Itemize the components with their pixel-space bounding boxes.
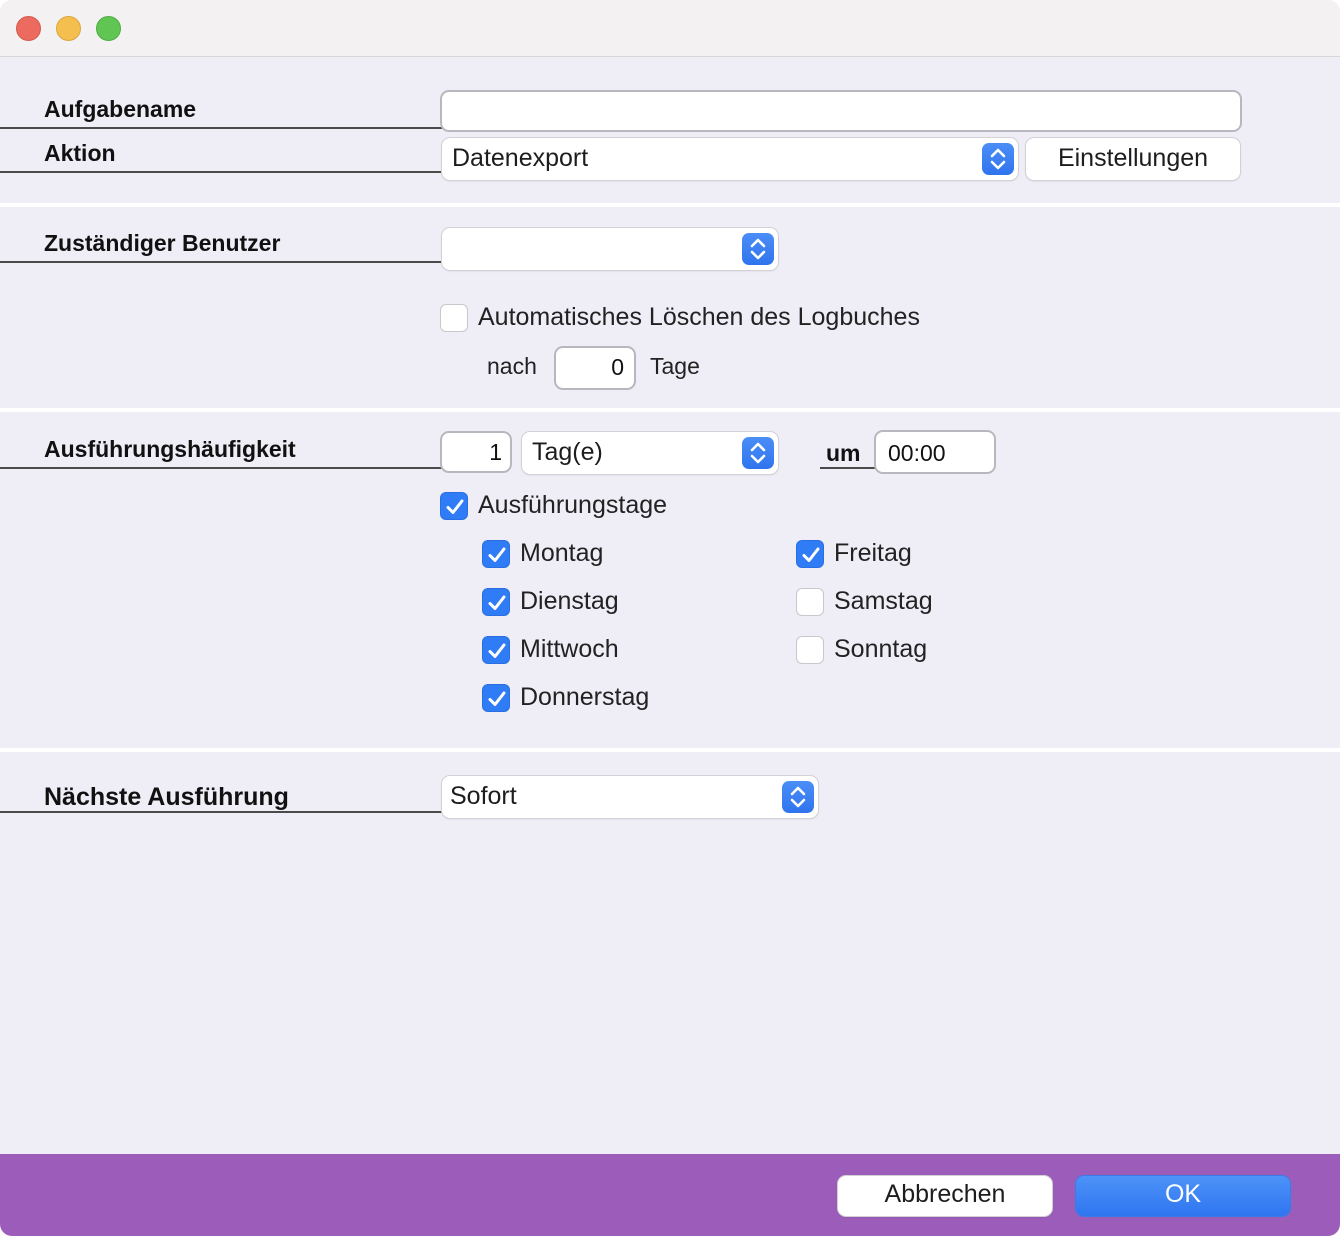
saturday-label: Samstag xyxy=(834,587,933,615)
next-exec-label: Nächste Ausführung xyxy=(44,783,289,811)
minimize-window-button[interactable] xyxy=(56,16,81,41)
saturday-checkbox[interactable] xyxy=(796,588,824,616)
updown-chevron-icon xyxy=(742,233,774,265)
settings-button[interactable]: Einstellungen xyxy=(1026,138,1240,180)
wednesday-checkbox[interactable] xyxy=(482,636,510,664)
user-label: Zuständiger Benutzer xyxy=(44,230,281,256)
frequency-unit-value: Tag(e) xyxy=(532,438,603,466)
zoom-window-button[interactable] xyxy=(96,16,121,41)
thursday-checkbox[interactable] xyxy=(482,684,510,712)
section-divider xyxy=(0,203,1340,207)
monday-label: Montag xyxy=(520,539,604,567)
auto-delete-label: Automatisches Löschen des Logbuches xyxy=(478,303,920,331)
next-exec-underline xyxy=(0,811,442,813)
sunday-label: Sonntag xyxy=(834,635,928,663)
frequency-count-input[interactable]: 1 xyxy=(440,431,512,473)
dialog-footer: Abbrechen OK xyxy=(0,1154,1340,1236)
action-select[interactable]: Datenexport xyxy=(442,138,1018,180)
next-exec-value: Sofort xyxy=(450,782,517,810)
frequency-underline xyxy=(0,467,442,469)
frequency-label: Ausführungshäufigkeit xyxy=(44,436,296,462)
monday-checkbox[interactable] xyxy=(482,540,510,568)
friday-label: Freitag xyxy=(834,539,912,567)
tuesday-label: Dienstag xyxy=(520,587,619,615)
checkmark-icon xyxy=(488,643,506,658)
after-label: nach xyxy=(487,353,537,379)
user-underline xyxy=(0,261,442,263)
friday-checkbox[interactable] xyxy=(796,540,824,568)
at-label: um xyxy=(826,440,861,466)
exec-days-label: Ausführungstage xyxy=(478,491,668,519)
delete-days-input[interactable]: 0 xyxy=(554,346,636,390)
updown-chevron-icon xyxy=(782,781,814,813)
title-bar xyxy=(0,0,1340,57)
user-select[interactable] xyxy=(442,228,778,270)
task-name-underline xyxy=(0,127,442,129)
task-name-label: Aufgabename xyxy=(44,96,197,122)
action-select-value: Datenexport xyxy=(452,144,589,172)
section-divider xyxy=(0,748,1340,752)
thursday-label: Donnerstag xyxy=(520,683,650,711)
close-window-button[interactable] xyxy=(16,16,41,41)
checkmark-icon xyxy=(488,595,506,610)
action-underline xyxy=(0,171,442,173)
checkmark-icon xyxy=(488,547,506,562)
section-divider xyxy=(0,408,1340,412)
checkmark-icon xyxy=(446,499,464,514)
task-name-input[interactable] xyxy=(440,90,1242,132)
wednesday-label: Mittwoch xyxy=(520,635,619,663)
days-unit-label: Tage xyxy=(650,353,700,379)
action-label: Aktion xyxy=(44,140,116,166)
checkmark-icon xyxy=(488,691,506,706)
updown-chevron-icon xyxy=(742,437,774,469)
dialog-window: Aufgabename Aktion Datenexport Einstellu… xyxy=(0,0,1340,1236)
next-exec-select[interactable]: Sofort xyxy=(442,776,818,818)
cancel-button[interactable]: Abbrechen xyxy=(838,1176,1052,1216)
updown-chevron-icon xyxy=(982,143,1014,175)
checkmark-icon xyxy=(802,547,820,562)
exec-days-checkbox[interactable] xyxy=(440,492,468,520)
tuesday-checkbox[interactable] xyxy=(482,588,510,616)
auto-delete-checkbox[interactable] xyxy=(440,304,468,332)
sunday-checkbox[interactable] xyxy=(796,636,824,664)
ok-button[interactable]: OK xyxy=(1076,1176,1290,1216)
time-input[interactable]: 00:00 xyxy=(874,430,996,474)
frequency-unit-select[interactable]: Tag(e) xyxy=(522,432,778,474)
